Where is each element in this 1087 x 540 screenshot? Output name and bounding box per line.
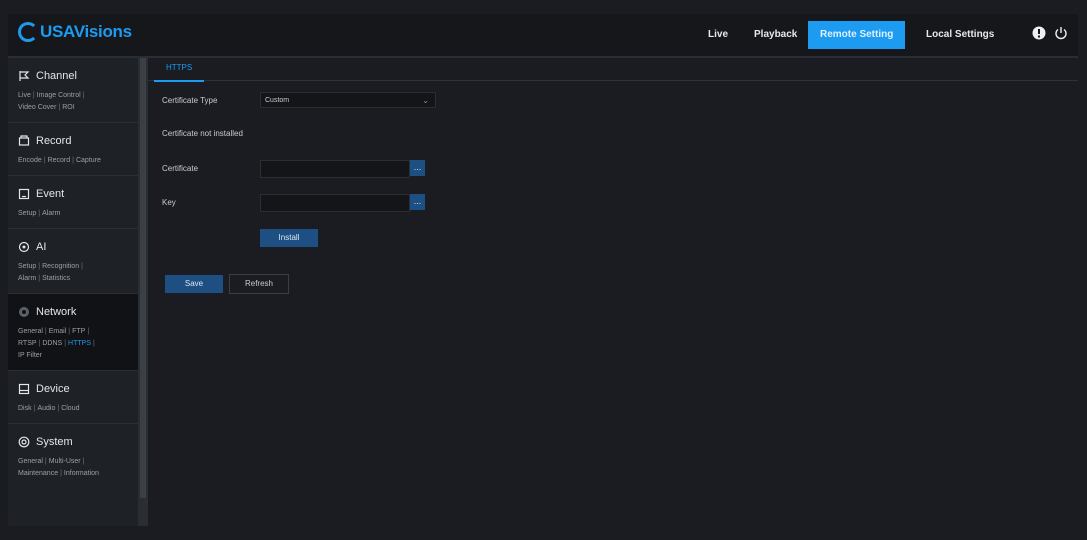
certificate-label: Certificate bbox=[162, 164, 199, 173]
sidebar-links-ai: Setup | Recognition | Alarm | Statistics bbox=[18, 263, 83, 282]
sidebar-link-ftp[interactable]: FTP bbox=[72, 328, 85, 335]
sidebar-link-video-cover[interactable]: Video Cover bbox=[18, 104, 56, 111]
sidebar-title-record: Record bbox=[36, 135, 72, 147]
power-icon[interactable] bbox=[1054, 26, 1068, 40]
sidebar-link-ai-setup[interactable]: Setup bbox=[18, 263, 36, 270]
nav-local-settings[interactable]: Local Settings bbox=[914, 21, 1006, 49]
sidebar-link-ip-filter[interactable]: IP Filter bbox=[18, 352, 42, 359]
sidebar-head-channel[interactable]: Channel bbox=[18, 70, 138, 82]
sidebar-link-maintenance[interactable]: Maintenance bbox=[18, 470, 58, 477]
sidebar-links-record: Encode | Record | Capture bbox=[18, 157, 101, 164]
certificate-status-text: Certificate not installed bbox=[162, 129, 243, 138]
top-bar: USAVisions Live Playback Remote Setting … bbox=[8, 14, 1078, 58]
sidebar-section-ai: AI Setup | Recognition | Alarm | Statistics bbox=[8, 229, 138, 294]
sidebar-link-email[interactable]: Email bbox=[49, 328, 67, 335]
tab-bar: HTTPS bbox=[148, 58, 1078, 82]
sidebar-link-audio[interactable]: Audio bbox=[37, 405, 55, 412]
sidebar-head-device[interactable]: Device bbox=[18, 383, 138, 395]
sidebar-link-roi[interactable]: ROI bbox=[62, 104, 74, 111]
app-frame: USAVisions Live Playback Remote Setting … bbox=[0, 0, 1087, 540]
sidebar-head-network[interactable]: Network bbox=[18, 306, 138, 318]
sidebar-link-alarm[interactable]: Alarm bbox=[42, 210, 60, 217]
sidebar-scrollbar[interactable] bbox=[138, 58, 148, 526]
sidebar-section-record: Record Encode | Record | Capture bbox=[8, 123, 138, 176]
sidebar-title-ai: AI bbox=[36, 241, 47, 253]
event-icon bbox=[18, 188, 30, 200]
nav-local-settings-wrap: Local Settings bbox=[914, 14, 1006, 56]
sidebar-link-statistics[interactable]: Statistics bbox=[42, 275, 70, 282]
key-label: Key bbox=[162, 198, 176, 207]
sidebar-head-system[interactable]: System bbox=[18, 436, 138, 448]
certificate-type-select[interactable]: Custom ⌄ bbox=[260, 92, 436, 108]
sidebar-link-rtsp[interactable]: RTSP bbox=[18, 340, 37, 347]
system-icon bbox=[18, 436, 30, 448]
certificate-browse-button[interactable]: ... bbox=[410, 160, 425, 176]
chevron-down-icon: ⌄ bbox=[422, 96, 429, 105]
save-button[interactable]: Save bbox=[165, 275, 223, 293]
nav-remote-setting-wrap: Remote Setting bbox=[808, 14, 906, 56]
sidebar-link-setup[interactable]: Setup bbox=[18, 210, 36, 217]
certificate-path-field[interactable] bbox=[260, 160, 410, 178]
info-icon[interactable] bbox=[1032, 26, 1046, 40]
sidebar-link-encode[interactable]: Encode bbox=[18, 157, 42, 164]
sidebar-links-channel: Live | Image Control | Video Cover | ROI bbox=[18, 92, 85, 111]
certificate-type-label: Certificate Type bbox=[162, 96, 218, 105]
sidebar-links-device: Disk | Audio | Cloud bbox=[18, 405, 80, 412]
nav-live[interactable]: Live bbox=[696, 21, 740, 49]
key-path-field[interactable] bbox=[260, 194, 410, 212]
key-browse-button[interactable]: ... bbox=[410, 194, 425, 210]
sidebar-section-event: Event Setup | Alarm bbox=[8, 176, 138, 229]
sidebar-links-network: General | Email | FTP | RTSP | DDNS | HTTPS | IP F… bbox=[18, 328, 95, 359]
tab-https[interactable]: HTTPS bbox=[154, 58, 205, 82]
sidebar-title-network: Network bbox=[36, 306, 77, 318]
sidebar-title-channel: Channel bbox=[36, 70, 77, 82]
nav-live-wrap: Live bbox=[696, 14, 740, 56]
sidebar-link-live[interactable]: Live bbox=[18, 92, 31, 99]
sidebar-link-disk[interactable]: Disk bbox=[18, 405, 32, 412]
sidebar-link-general[interactable]: General bbox=[18, 328, 43, 335]
sidebar-head-event[interactable]: Event bbox=[18, 188, 138, 200]
network-icon bbox=[19, 307, 29, 317]
refresh-button[interactable]: Refresh bbox=[229, 274, 289, 294]
sidebar-link-system-general[interactable]: General bbox=[18, 458, 43, 465]
sidebar-link-capture[interactable]: Capture bbox=[76, 157, 101, 164]
sidebar-section-network: Network General | Email | FTP | RTSP | DDNS | HTT… bbox=[8, 294, 138, 371]
device-icon bbox=[18, 383, 30, 395]
nav-remote-setting[interactable]: Remote Setting bbox=[808, 21, 906, 49]
sidebar-head-record[interactable]: Record bbox=[18, 135, 138, 147]
ai-icon bbox=[18, 241, 30, 253]
sidebar-section-channel: Channel Live | Image Control | Video Cover |… bbox=[8, 58, 138, 123]
nav-playback-wrap: Playback bbox=[742, 14, 809, 56]
logo-text: USAVisions bbox=[40, 22, 132, 41]
top-icons bbox=[1032, 26, 1068, 40]
sidebar-link-https[interactable]: HTTPS bbox=[68, 340, 91, 347]
sidebar-link-recognition[interactable]: Recognition bbox=[42, 263, 79, 270]
record-icon bbox=[18, 135, 30, 146]
content-panel: HTTPS Certificate Type Custom ⌄ Certific… bbox=[148, 58, 1078, 526]
sidebar-link-image-control[interactable]: Image Control bbox=[37, 92, 81, 99]
sidebar-title-event: Event bbox=[36, 188, 65, 200]
channel-icon bbox=[19, 71, 30, 81]
certificate-type-value: Custom bbox=[265, 97, 290, 104]
sidebar-link-cloud[interactable]: Cloud bbox=[61, 405, 79, 412]
sidebar-title-device: Device bbox=[36, 383, 70, 395]
sidebar-link-multi-user[interactable]: Multi-User bbox=[49, 458, 81, 465]
logo-icon bbox=[18, 22, 38, 42]
nav-playback[interactable]: Playback bbox=[742, 21, 809, 49]
sidebar-link-record[interactable]: Record bbox=[48, 157, 71, 164]
sidebar-title-system: System bbox=[36, 436, 73, 448]
sidebar-section-device: Device Disk | Audio | Cloud bbox=[8, 371, 138, 424]
install-button[interactable]: Install bbox=[260, 229, 318, 247]
sidebar: Channel Live | Image Control | Video Cover |… bbox=[8, 58, 138, 526]
sidebar-head-ai[interactable]: AI bbox=[18, 241, 138, 253]
logo: USAVisions bbox=[18, 22, 132, 42]
sidebar-links-event: Setup | Alarm bbox=[18, 210, 61, 217]
sidebar-links-system: General | Multi-User | Maintenance | Informat… bbox=[18, 458, 99, 477]
sidebar-link-ddns[interactable]: DDNS bbox=[42, 340, 62, 347]
sidebar-link-ai-alarm[interactable]: Alarm bbox=[18, 275, 36, 282]
sidebar-scrollbar-thumb[interactable] bbox=[140, 58, 146, 498]
sidebar-section-system: System General | Multi-User | Maintenance | I… bbox=[8, 424, 138, 488]
sidebar-link-information[interactable]: Information bbox=[64, 470, 99, 477]
